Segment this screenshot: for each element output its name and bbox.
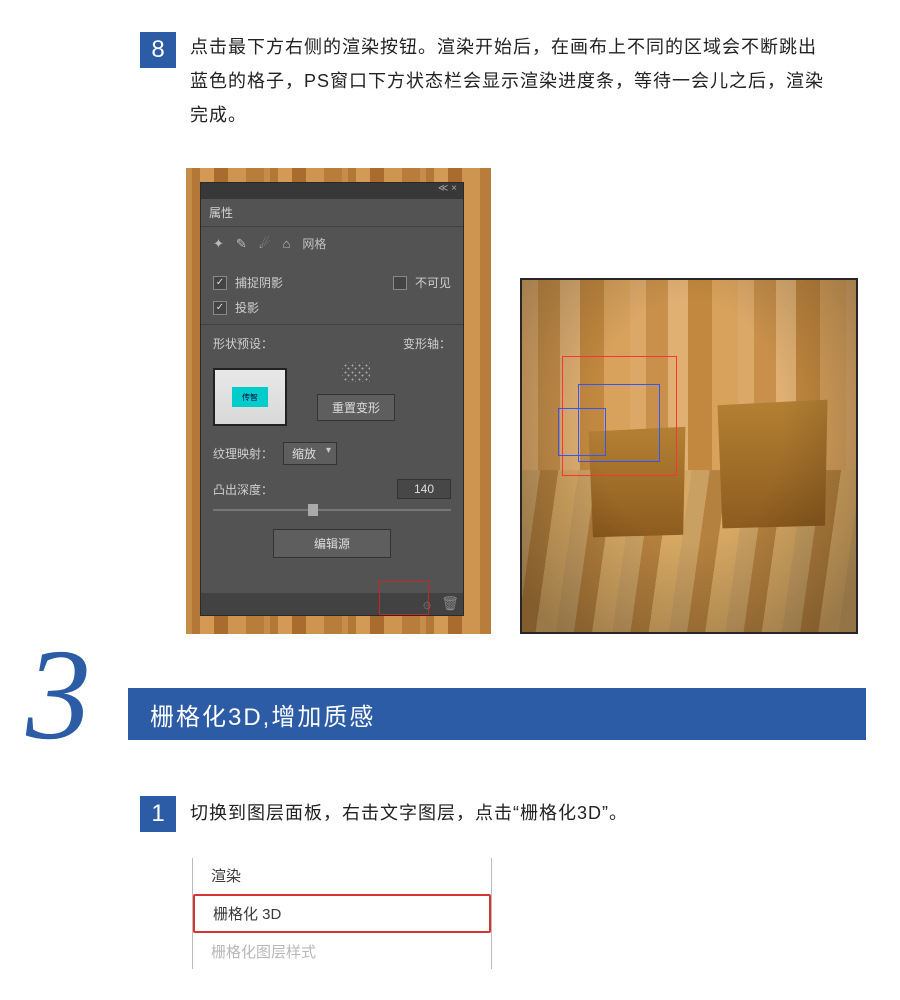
shape-preset-thumb[interactable]: 传智 <box>213 368 287 426</box>
mesh-brush-icon[interactable]: ✎ <box>236 236 247 252</box>
step-1-badge: 1 <box>140 796 176 832</box>
reset-deform-button[interactable]: 重置变形 <box>317 394 395 421</box>
invisible-label: 不可见 <box>415 274 451 291</box>
step-8-badge: 8 <box>140 32 176 68</box>
properties-panel: ≪ × 属性 ✦ ✎ ☄ ⌂ 网格 ✓ 捕捉阴影 不可见 ✓ 投影 形状预设： … <box>200 182 464 616</box>
render-blue-box-2 <box>558 408 606 456</box>
catch-shadow-checkbox[interactable]: ✓ <box>213 276 227 290</box>
panel-tab-properties[interactable]: 属性 <box>201 199 463 227</box>
step-1-text: 切换到图层面板，右击文字图层，点击“栅格化3D”。 <box>190 796 830 830</box>
cast-shadow-checkbox[interactable]: ✓ <box>213 301 227 315</box>
highlight-render-button <box>379 581 429 615</box>
cast-shadow-label: 投影 <box>235 299 259 316</box>
trash-icon[interactable]: 🗑 <box>441 595 459 612</box>
texture-map-dropdown[interactable]: 缩放 <box>283 442 337 465</box>
section-title-text: 栅格化3D,增加质感 <box>150 697 375 732</box>
section-number-3: 3 <box>26 630 91 760</box>
menu-item-rasterize-3d[interactable]: 栅格化 3D <box>193 894 491 933</box>
render-preview <box>520 278 858 634</box>
menu-item-rasterize-layer-style: 栅格化图层样式 <box>193 934 491 969</box>
extrude-depth-input[interactable]: 140 <box>397 479 451 499</box>
extrude-depth-label: 凸出深度： <box>213 481 273 498</box>
texture-map-label: 纹理映射： <box>213 445 273 462</box>
mesh-label: 网格 <box>302 235 326 252</box>
invisible-checkbox[interactable] <box>393 276 407 290</box>
shape-preset-label: 形状预设： <box>213 335 273 352</box>
panel-body: ✓ 捕捉阴影 不可见 ✓ 投影 形状预设： 变形轴： 传智 重置变形 纹理映射： <box>201 260 463 564</box>
panel-mode-icons: ✦ ✎ ☄ ⌂ 网格 <box>201 227 463 260</box>
mesh-light-icon[interactable]: ☄ <box>259 236 271 252</box>
step-8-text: 点击最下方右侧的渲染按钮。渲染开始后，在画布上不同的区域会不断跳出蓝色的格子，P… <box>190 30 830 132</box>
extrude-depth-slider[interactable] <box>213 509 451 511</box>
deform-axis-label: 变形轴： <box>403 335 451 352</box>
catch-shadow-label: 捕捉阴影 <box>235 274 283 291</box>
section-title-bar: 栅格化3D,增加质感 <box>128 688 866 740</box>
context-menu: 渲染 栅格化 3D 栅格化图层样式 <box>192 858 492 969</box>
panel-chrome: ≪ × <box>201 183 463 199</box>
menu-item-render[interactable]: 渲染 <box>193 858 491 893</box>
edit-source-button[interactable]: 编辑源 <box>273 529 391 558</box>
deform-axis-grid[interactable] <box>342 362 370 382</box>
mesh-star-icon[interactable]: ✦ <box>213 236 224 252</box>
preset-thumb-text: 传智 <box>232 387 268 407</box>
mesh-camera-icon[interactable]: ⌂ <box>282 236 290 251</box>
